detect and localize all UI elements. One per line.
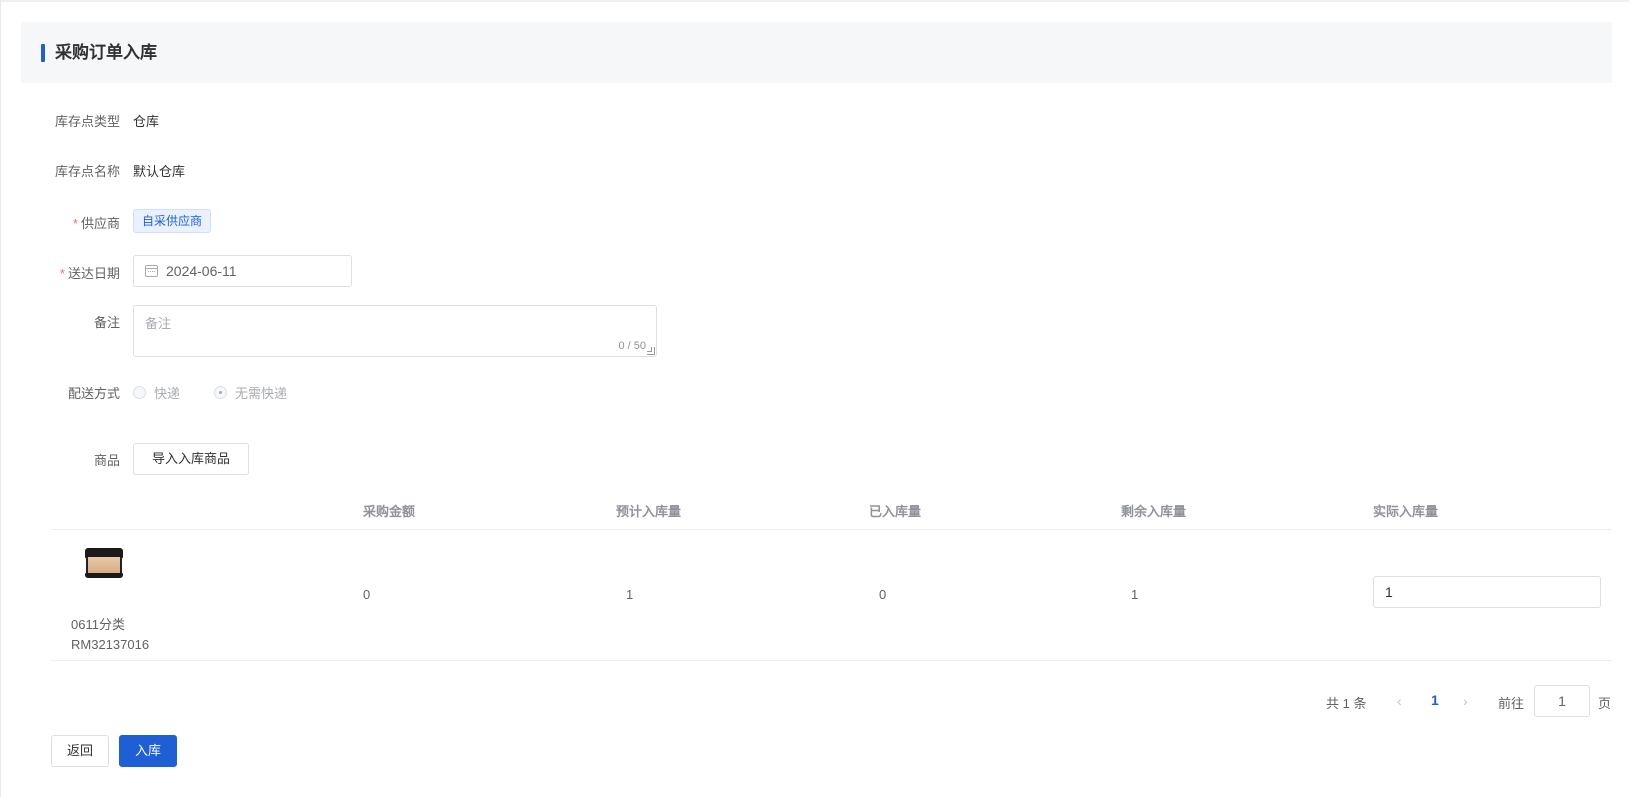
cell-expected-qty: 1 <box>626 587 634 602</box>
resize-handle-icon[interactable] <box>647 347 655 355</box>
jar-body <box>86 557 122 573</box>
delivery-method-label: 配送方式 <box>67 386 120 401</box>
calendar-icon <box>145 265 158 277</box>
supplier-tag: 自采供应商 <box>133 209 212 233</box>
col-received-qty: 已入库量 <box>869 504 922 519</box>
stock-point-name-label: 库存点名称 <box>54 164 120 179</box>
stock-point-name-value: 默认仓库 <box>133 164 186 179</box>
supplier-label: 供应商 <box>80 216 120 231</box>
jar-base <box>85 573 123 578</box>
import-products-button[interactable]: 导入入库商品 <box>133 443 249 475</box>
radio-checked-icon <box>214 386 227 399</box>
radio-no-express[interactable]: 无需快递 <box>214 383 287 402</box>
cell-remaining-qty: 1 <box>1131 587 1139 602</box>
pagination-goto-input[interactable]: 1 <box>1534 685 1590 717</box>
table-row: 0611分类 RM32137016 0 1 0 1 1 <box>51 530 1612 661</box>
remark-label: 备注 <box>93 315 120 330</box>
pagination-goto-label: 前往 <box>1498 696 1525 711</box>
page-title: 采购订单入库 <box>55 43 157 62</box>
supplier-label-wrap: * 供应商 <box>10 213 120 232</box>
radio-express-label: 快递 <box>154 386 181 401</box>
actual-qty-value: 1 <box>1385 584 1393 600</box>
remark-textarea[interactable]: 备注 0 / 50 <box>133 305 657 357</box>
delivery-date-label-wrap: * 送达日期 <box>10 263 120 282</box>
required-mark: * <box>72 216 78 231</box>
delivery-date-picker[interactable]: 2024-06-11 <box>133 255 352 287</box>
chevron-right-icon[interactable]: › <box>1463 693 1468 709</box>
page-header: 采购订单入库 <box>21 22 1612 83</box>
remark-char-counter: 0 / 50 <box>618 340 646 352</box>
product-name: 0611分类 <box>71 617 125 632</box>
delivery-date-value: 2024-06-11 <box>166 263 237 279</box>
products-label: 商品 <box>93 453 120 468</box>
col-expected-qty: 预计入库量 <box>616 504 682 519</box>
actual-qty-input[interactable]: 1 <box>1373 576 1601 608</box>
cell-received-qty: 0 <box>879 587 887 602</box>
col-purchase-amount: 采购金额 <box>363 504 416 519</box>
radio-no-express-label: 无需快递 <box>235 386 288 401</box>
pagination-total: 共 1 条 <box>1326 696 1367 711</box>
cell-purchase-amount: 0 <box>363 587 371 602</box>
required-mark: * <box>59 266 65 281</box>
stock-point-type-label: 库存点类型 <box>54 114 120 129</box>
left-divider <box>0 0 1 797</box>
product-thumbnail <box>85 548 123 578</box>
remark-placeholder: 备注 <box>145 316 172 331</box>
radio-express[interactable]: 快递 <box>133 383 180 402</box>
top-divider <box>0 0 1629 2</box>
col-remaining-qty: 剩余入库量 <box>1121 504 1187 519</box>
pagination-page-suffix: 页 <box>1598 696 1612 711</box>
col-actual-qty: 实际入库量 <box>1373 504 1439 519</box>
back-button[interactable]: 返回 <box>51 735 109 767</box>
table-header: 采购金额 预计入库量 已入库量 剩余入库量 实际入库量 <box>51 494 1612 530</box>
pagination-page-1[interactable]: 1 <box>1431 692 1439 708</box>
title-accent-bar <box>41 44 45 62</box>
stock-point-type-value: 仓库 <box>133 114 160 129</box>
radio-circle-icon <box>133 386 146 399</box>
stock-in-button[interactable]: 入库 <box>119 735 177 767</box>
delivery-date-label: 送达日期 <box>67 266 120 281</box>
product-code: RM32137016 <box>71 637 150 652</box>
chevron-left-icon[interactable]: ‹ <box>1397 693 1402 709</box>
